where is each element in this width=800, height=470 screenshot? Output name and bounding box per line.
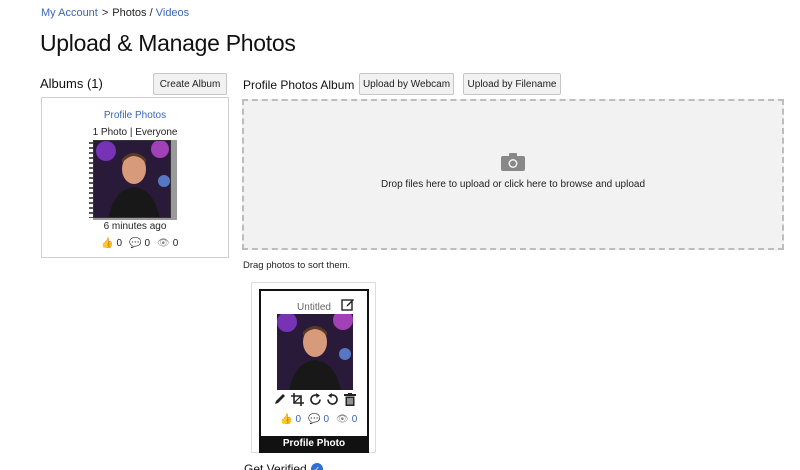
get-verified-label[interactable]: Get Verified bbox=[244, 462, 307, 470]
photo-stats: 👍 0 💬 0 👁 0 bbox=[280, 414, 361, 425]
crop-icon[interactable] bbox=[291, 392, 305, 406]
camera-icon bbox=[501, 153, 525, 171]
album-likes-count: 0 bbox=[116, 238, 123, 249]
eye-icon: 👁 bbox=[336, 414, 349, 425]
pencil-icon[interactable] bbox=[273, 392, 287, 406]
upload-by-webcam-button[interactable]: Upload by Webcam bbox=[359, 73, 454, 95]
photo-likes-count[interactable]: 0 bbox=[295, 414, 301, 425]
album-section-title: Profile Photos Album bbox=[243, 78, 355, 92]
breadcrumb-slash: / bbox=[149, 7, 153, 19]
page-title: Upload & Manage Photos bbox=[40, 30, 296, 56]
breadcrumb-my-account-link[interactable]: My Account bbox=[41, 7, 98, 19]
rotate-left-icon[interactable] bbox=[326, 392, 340, 406]
rotate-right-icon[interactable] bbox=[308, 392, 322, 406]
album-cover[interactable] bbox=[89, 140, 177, 220]
comment-icon: 💬 bbox=[129, 238, 142, 249]
trash-icon[interactable] bbox=[343, 392, 357, 406]
photo-views-count[interactable]: 0 bbox=[352, 414, 358, 425]
breadcrumb-current-photos: Photos bbox=[112, 7, 147, 19]
album-card[interactable]: Profile Photos 1 Photo | Everyone 6 minu… bbox=[41, 97, 229, 258]
breadcrumb: My Account > Photos / Videos bbox=[41, 7, 189, 19]
thumbs-up-icon: 👍 bbox=[280, 414, 293, 425]
album-stats: 👍 0 💬 0 👁 0 bbox=[101, 238, 182, 249]
verified-check-icon: ✓ bbox=[310, 463, 323, 470]
create-album-button[interactable]: Create Album bbox=[153, 73, 227, 95]
upload-dropzone[interactable]: Drop files here to upload or click here … bbox=[242, 99, 784, 250]
dropzone-instructions: Drop files here to upload or click here … bbox=[380, 179, 646, 190]
photo-comments-count[interactable]: 0 bbox=[323, 414, 329, 425]
album-views-count: 0 bbox=[172, 238, 179, 249]
breadcrumb-separator: > bbox=[101, 7, 109, 19]
photo-frame: Untitled 👍 0 💬 0 👁 0 Profile Photo bbox=[259, 289, 369, 453]
upload-by-filename-button[interactable]: Upload by Filename bbox=[463, 73, 561, 95]
profile-photo-badge: Profile Photo bbox=[261, 436, 367, 451]
album-updated-time: 6 minutes ago bbox=[103, 221, 167, 232]
album-name-link[interactable]: Profile Photos bbox=[42, 110, 228, 121]
eye-icon: 👁 bbox=[157, 238, 170, 249]
get-verified-section[interactable]: Get Verified ✓ bbox=[244, 462, 323, 470]
edit-caption-icon[interactable] bbox=[341, 297, 355, 311]
thumbs-up-icon: 👍 bbox=[101, 238, 114, 249]
breadcrumb-videos-link[interactable]: Videos bbox=[156, 7, 189, 19]
album-comments-count: 0 bbox=[144, 238, 151, 249]
album-cover-photo bbox=[93, 140, 171, 218]
comment-icon: 💬 bbox=[308, 414, 321, 425]
photo-card[interactable]: Untitled 👍 0 💬 0 👁 0 Profile Photo bbox=[251, 282, 376, 453]
albums-heading: Albums (1) bbox=[40, 76, 103, 91]
photo-tools bbox=[273, 392, 357, 408]
drag-sort-hint: Drag photos to sort them. bbox=[243, 260, 351, 271]
album-meta: 1 Photo | Everyone bbox=[92, 127, 178, 138]
photo-thumbnail[interactable] bbox=[277, 314, 353, 390]
